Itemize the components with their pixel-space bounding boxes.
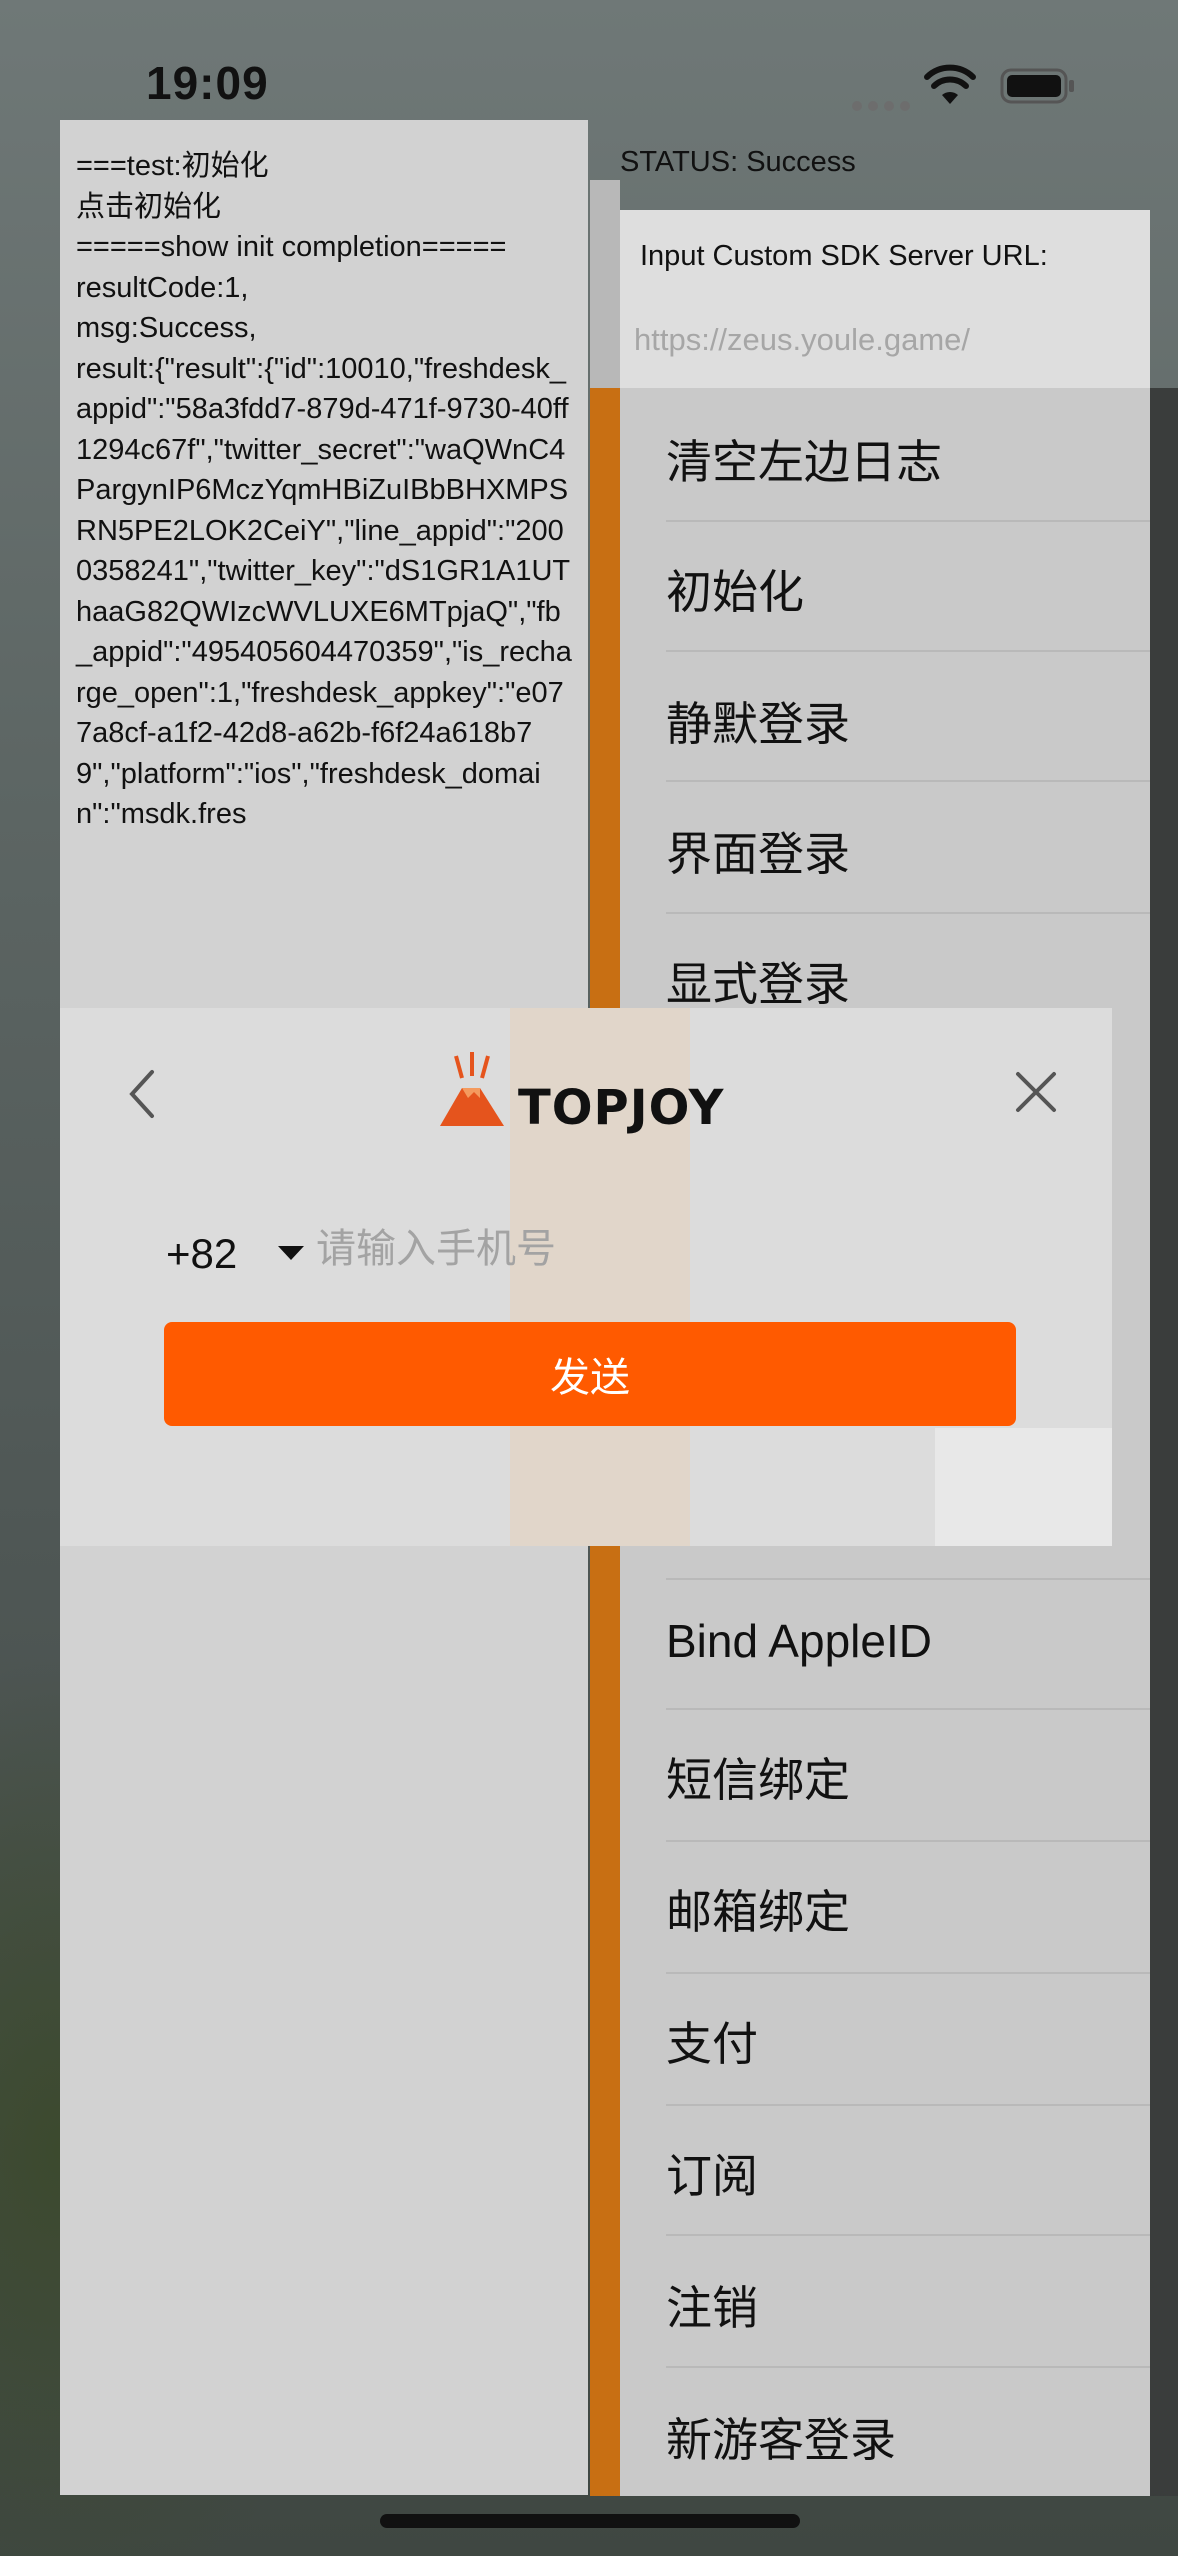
menu-item-silent-login[interactable]: 静默登录 [666, 688, 850, 754]
menu-divider [666, 1578, 1150, 1580]
back-icon[interactable] [122, 1064, 162, 1124]
status-label: STATUS: Success [620, 146, 856, 178]
menu-divider [666, 520, 1150, 522]
menu-item-sms-bind[interactable]: 短信绑定 [666, 1744, 850, 1810]
log-text: ===test:初始化 点击初始化 =====show init complet… [76, 150, 572, 830]
close-icon[interactable] [1012, 1068, 1060, 1116]
topjoy-logo: TOPJOY [432, 1038, 832, 1138]
server-url-input[interactable] [634, 322, 1134, 358]
menu-divider [666, 650, 1150, 652]
menu-divider [666, 2104, 1150, 2106]
right-edge-background [1150, 388, 1178, 2496]
menu-item-explicit-login[interactable]: 显式登录 [666, 948, 850, 1014]
phone-number-input[interactable] [316, 1226, 816, 1272]
menu-item-email-bind[interactable]: 邮箱绑定 [666, 1876, 850, 1942]
phone-login-dialog: TOPJOY +82 发送 [60, 1008, 1112, 1546]
menu-item-new-guest-login[interactable]: 新游客登录 [666, 2404, 896, 2470]
menu-item-subscribe[interactable]: 订阅 [666, 2140, 758, 2206]
status-bar: 19:09 [0, 0, 1178, 130]
status-time: 19:09 [146, 57, 269, 109]
server-url-label: Input Custom SDK Server URL: [640, 240, 1048, 272]
brand-name: TOPJOY [518, 1080, 725, 1136]
menu-divider [666, 1972, 1150, 1974]
menu-item-logout[interactable]: 注销 [666, 2272, 758, 2338]
cellular-signal-icon [852, 96, 916, 115]
menu-divider [666, 780, 1150, 782]
battery-icon [1000, 68, 1074, 104]
menu-divider [666, 2366, 1150, 2368]
menu-item-ui-login[interactable]: 界面登录 [666, 818, 850, 884]
menu-divider [666, 2234, 1150, 2236]
wifi-icon [924, 64, 976, 104]
chevron-down-icon[interactable] [278, 1246, 304, 1260]
volcano-icon [440, 1052, 504, 1126]
send-button[interactable]: 发送 [164, 1322, 1016, 1426]
menu-item-bind-appleid[interactable]: Bind AppleID [666, 1614, 932, 1668]
menu-divider [666, 1708, 1150, 1710]
dialog-overlay-light [935, 1428, 1112, 1546]
server-url-box: Input Custom SDK Server URL: [620, 210, 1150, 388]
menu-item-clear-log[interactable]: 清空左边日志 [666, 426, 942, 492]
menu-divider [666, 912, 1150, 914]
menu-item-init[interactable]: 初始化 [666, 556, 804, 622]
menu-item-pay[interactable]: 支付 [666, 2008, 758, 2074]
home-indicator[interactable] [380, 2514, 800, 2528]
menu-divider [666, 1840, 1150, 1842]
country-code-selector[interactable]: +82 [166, 1230, 237, 1278]
divider-strip [590, 180, 620, 388]
